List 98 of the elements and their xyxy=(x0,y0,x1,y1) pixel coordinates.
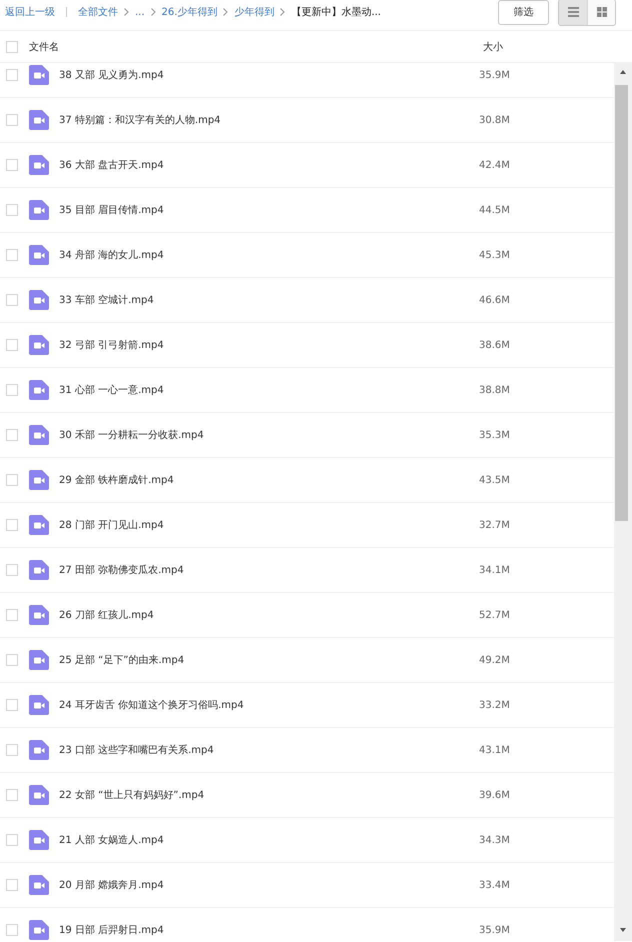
filter-button[interactable]: 筛选 xyxy=(498,0,549,24)
breadcrumb-link[interactable]: 26.少年得到 xyxy=(162,5,218,19)
video-file-icon xyxy=(29,920,49,940)
file-size: 32.7M xyxy=(479,520,510,530)
file-name[interactable]: 29 金部 铁杵磨成针.mp4 xyxy=(59,473,479,487)
checkbox[interactable] xyxy=(6,879,18,891)
video-file-icon xyxy=(29,650,49,670)
video-file-icon xyxy=(29,335,49,355)
video-file-icon xyxy=(29,740,49,760)
view-toggle-button[interactable] xyxy=(559,0,587,24)
checkbox[interactable] xyxy=(6,564,18,576)
file-size: 33.2M xyxy=(479,700,510,710)
file-size: 38.6M xyxy=(479,340,510,350)
breadcrumb-link[interactable]: 全部文件 xyxy=(78,5,118,19)
video-file-icon xyxy=(29,110,49,130)
file-name[interactable]: 36 大部 盘古开天.mp4 xyxy=(59,158,479,172)
column-header[interactable]: 大小 xyxy=(483,40,503,54)
file-name[interactable]: 19 日部 后羿射日.mp4 xyxy=(59,923,479,937)
checkbox[interactable] xyxy=(6,519,18,531)
file-name[interactable]: 33 车部 空城计.mp4 xyxy=(59,293,479,307)
breadcrumb-link[interactable]: ... xyxy=(135,6,145,18)
chevron-icon xyxy=(150,8,156,16)
view-toggle-button[interactable] xyxy=(587,0,615,24)
file-size: 35.9M xyxy=(479,70,510,80)
file-size: 43.5M xyxy=(479,474,510,486)
chevron-icon xyxy=(223,8,228,16)
file-name[interactable]: 30 禾部 一分耕耘一分收获.mp4 xyxy=(59,428,479,442)
checkbox[interactable] xyxy=(6,294,18,306)
file-name[interactable]: 27 田部 弥勒佛变瓜农.mp4 xyxy=(59,563,479,577)
file-name[interactable]: 34 舟部 海的女儿.mp4 xyxy=(59,248,479,262)
file-name[interactable]: 26 刀部 红孩儿.mp4 xyxy=(59,608,479,622)
video-file-icon xyxy=(29,290,49,310)
video-file-icon xyxy=(29,695,49,715)
grid-view-icon xyxy=(596,7,606,17)
checkbox[interactable] xyxy=(6,834,18,846)
video-file-icon xyxy=(29,515,49,535)
checkbox[interactable] xyxy=(6,114,18,126)
file-name[interactable]: 20 月部 嫦娥奔月.mp4 xyxy=(59,878,479,892)
video-file-icon xyxy=(29,200,49,220)
video-file-icon xyxy=(29,785,49,805)
file-name[interactable]: 31 心部 一心一意.mp4 xyxy=(59,383,479,397)
file-size: 34.1M xyxy=(479,564,510,576)
checkbox[interactable] xyxy=(6,474,18,486)
video-file-icon xyxy=(29,560,49,580)
file-size: 43.1M xyxy=(479,744,510,756)
video-file-icon xyxy=(29,875,49,895)
list-view-icon xyxy=(568,7,578,17)
file-size: 35.9M xyxy=(479,924,510,936)
checkbox[interactable] xyxy=(6,924,18,936)
back-link[interactable]: 返回上一级 xyxy=(5,5,55,19)
checkbox[interactable] xyxy=(6,69,18,81)
video-file-icon xyxy=(29,830,49,850)
checkbox[interactable] xyxy=(6,654,18,666)
file-name[interactable]: 23 口部 这些字和嘴巴有关系.mp4 xyxy=(59,743,479,757)
file-size: 39.6M xyxy=(479,790,510,800)
checkbox[interactable] xyxy=(6,699,18,711)
file-name[interactable]: 24 耳牙齿舌 你知道这个换牙习俗吗.mp4 xyxy=(59,698,479,712)
file-size: 49.2M xyxy=(479,654,510,666)
checkbox[interactable] xyxy=(6,789,18,801)
file-size: 52.7M xyxy=(479,610,510,620)
file-name[interactable]: 35 目部 眉目传情.mp4 xyxy=(59,203,479,217)
checkbox[interactable] xyxy=(6,204,18,216)
file-name[interactable]: 22 女部 “世上只有妈妈好”.mp4 xyxy=(59,788,479,802)
column-header[interactable]: 文件名 xyxy=(29,40,483,54)
checkbox[interactable] xyxy=(6,159,18,171)
checkbox[interactable] xyxy=(6,40,18,52)
file-size: 35.3M xyxy=(479,430,510,440)
current-folder: 【更新中】水墨动... xyxy=(291,6,381,19)
file-name[interactable]: 28 门部 开门见山.mp4 xyxy=(59,518,479,532)
video-file-icon xyxy=(29,605,49,625)
checkbox[interactable] xyxy=(6,249,18,261)
file-size: 33.4M xyxy=(479,880,510,890)
checkbox[interactable] xyxy=(6,339,18,351)
video-file-icon xyxy=(29,470,49,490)
file-name[interactable]: 32 弓部 引弓射箭.mp4 xyxy=(59,338,479,352)
video-file-icon xyxy=(29,425,49,445)
checkbox[interactable] xyxy=(6,609,18,621)
chevron-icon xyxy=(280,8,286,16)
video-file-icon xyxy=(29,245,49,265)
file-size: 45.3M xyxy=(479,250,510,260)
file-size: 46.6M xyxy=(479,294,510,306)
video-file-icon xyxy=(29,380,49,400)
checkbox[interactable] xyxy=(6,429,18,441)
checkbox[interactable] xyxy=(6,744,18,756)
file-size: 30.8M xyxy=(479,114,510,126)
file-size: 38.8M xyxy=(479,384,510,396)
checkbox[interactable] xyxy=(6,384,18,396)
file-name[interactable]: 37 特别篇：和汉字有关的人物.mp4 xyxy=(59,113,479,127)
breadcrumb-link[interactable]: 少年得到 xyxy=(234,5,274,19)
file-size: 42.4M xyxy=(479,160,510,170)
file-size: 44.5M xyxy=(479,204,510,216)
file-name[interactable]: 25 足部 “足下”的由来.mp4 xyxy=(59,653,479,667)
file-size: 34.3M xyxy=(479,834,510,846)
file-name[interactable]: 21 人部 女娲造人.mp4 xyxy=(59,833,479,847)
chevron-icon xyxy=(124,8,129,16)
video-file-icon xyxy=(29,65,49,85)
file-name[interactable]: 38 又部 见义勇为.mp4 xyxy=(59,68,479,82)
video-file-icon xyxy=(29,155,49,175)
